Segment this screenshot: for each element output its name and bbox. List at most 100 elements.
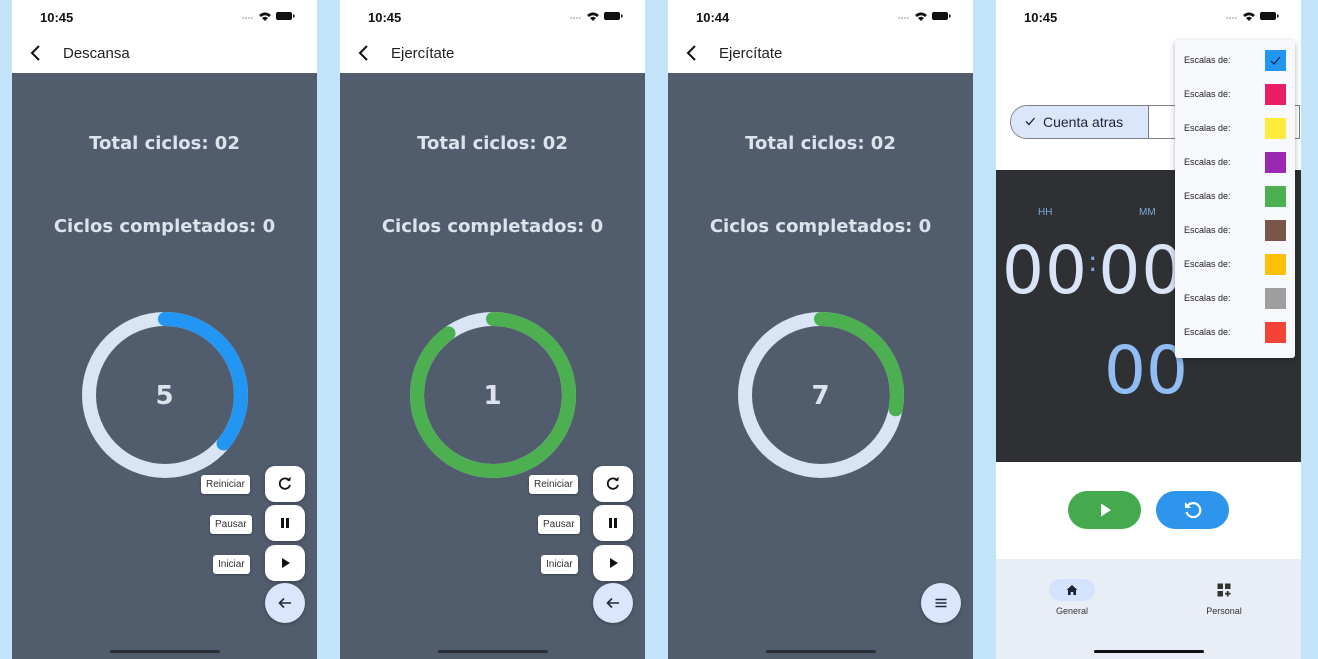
toggle-fab-button[interactable] <box>265 583 305 623</box>
color-swatch <box>1265 152 1286 173</box>
status-icons <box>1226 12 1279 21</box>
start-timer-button[interactable] <box>1068 491 1141 529</box>
app-bar: Ejercítate <box>340 34 645 73</box>
color-scale-option[interactable]: Escalas de: <box>1175 316 1295 350</box>
status-icons <box>242 12 295 21</box>
status-time: 10:45 <box>368 10 402 25</box>
refresh-icon <box>278 476 291 490</box>
total-cycles: Total ciclos: 02 <box>745 133 896 154</box>
status-time: 10:44 <box>696 10 730 25</box>
nav-general-label: General <box>1055 606 1089 616</box>
color-scale-option[interactable]: Escalas de: <box>1175 78 1295 112</box>
status-bar: 10:44 <box>668 0 973 34</box>
color-scale-label: Escalas de: <box>1184 89 1231 99</box>
reiniciar-label: Reiniciar <box>201 475 250 494</box>
menu-fab-button[interactable] <box>921 583 961 623</box>
pause-icon <box>281 518 289 528</box>
color-scale-label: Escalas de: <box>1184 327 1231 337</box>
pause-icon <box>609 518 617 528</box>
status-bar: 10:45 <box>12 0 317 34</box>
page-title: Ejercítate <box>719 45 783 62</box>
status-time: 10:45 <box>40 10 74 25</box>
iniciar-label: Iniciar <box>541 555 578 574</box>
color-scale-option[interactable]: Escalas de: <box>1175 248 1295 282</box>
completed-cycles: Ciclos completados: 0 <box>381 216 604 237</box>
color-scale-option[interactable]: Escalas de: <box>1175 112 1295 146</box>
arrow-left-icon <box>606 597 619 609</box>
home-indicator <box>1094 650 1204 653</box>
mode-label: Cuenta atras <box>1043 114 1124 130</box>
nav-personal-label: Personal <box>1206 606 1242 616</box>
color-swatch <box>1265 254 1286 275</box>
hours-minutes-display: 00:00 <box>1002 232 1184 309</box>
color-scale-option[interactable]: Escalas de: <box>1175 146 1295 180</box>
screen-ejercitate: 10:45 Ejercítate Total ciclos: 02 Ciclos… <box>340 0 645 659</box>
replay-icon <box>1184 502 1201 519</box>
iniciar-label: Iniciar <box>213 555 250 574</box>
home-indicator <box>110 650 220 653</box>
mode-cuenta-atras-button[interactable]: Cuenta atras <box>1011 106 1149 138</box>
minutes-unit-label: MM <box>1139 207 1156 218</box>
color-scale-option[interactable]: Escalas de: <box>1175 282 1295 316</box>
status-time: 10:45 <box>1024 10 1058 25</box>
toggle-fab-button[interactable] <box>593 583 633 623</box>
color-scale-option[interactable]: Escalas de: <box>1175 44 1295 78</box>
pausar-button[interactable] <box>265 505 305 541</box>
dashboard-add-icon <box>1217 583 1231 597</box>
play-icon <box>282 558 290 568</box>
bottom-navigation: General Personal <box>996 559 1301 659</box>
countdown-number: 5 <box>155 381 174 411</box>
home-indicator <box>438 650 548 653</box>
color-swatch <box>1265 186 1286 207</box>
status-bar: 10:45 <box>340 0 645 34</box>
back-chevron-icon[interactable] <box>26 43 46 63</box>
color-scale-label: Escalas de: <box>1184 191 1231 201</box>
status-icons <box>898 12 951 21</box>
completed-cycles: Ciclos completados: 0 <box>709 216 932 237</box>
color-swatch <box>1265 322 1286 343</box>
screen-timer: 10:45 Cuenta atras HH MM 00:00 00 Genera… <box>996 0 1301 659</box>
check-icon <box>1270 56 1281 65</box>
nav-personal[interactable]: Personal <box>1179 579 1269 616</box>
pausar-label: Pausar <box>210 515 252 534</box>
check-icon <box>1025 117 1035 126</box>
color-swatch <box>1265 118 1286 139</box>
countdown-number: 7 <box>811 381 830 411</box>
app-bar: Ejercítate <box>668 34 973 73</box>
reiniciar-label: Reiniciar <box>529 475 578 494</box>
play-icon <box>1100 503 1111 517</box>
color-scale-label: Escalas de: <box>1184 55 1231 65</box>
completed-cycles: Ciclos completados: 0 <box>53 216 276 237</box>
hours-unit-label: HH <box>1038 207 1053 218</box>
nav-indicator <box>1201 579 1247 601</box>
app-bar: Descansa <box>12 34 317 73</box>
time-separator: : <box>1087 245 1099 278</box>
refresh-icon <box>606 476 619 490</box>
hours-value: 00 <box>1002 232 1088 309</box>
nav-general[interactable]: General <box>1027 579 1117 616</box>
color-scale-option[interactable]: Escalas de: <box>1175 214 1295 248</box>
color-swatch <box>1265 220 1286 241</box>
page-title: Ejercítate <box>391 45 455 62</box>
total-cycles: Total ciclos: 02 <box>89 133 240 154</box>
reiniciar-button[interactable] <box>265 466 305 502</box>
pausar-label: Pausar <box>538 515 580 534</box>
pausar-button[interactable] <box>593 505 633 541</box>
menu-icon <box>935 598 947 608</box>
page-title: Descansa <box>63 45 130 62</box>
home-icon <box>1066 585 1078 595</box>
reset-timer-button[interactable] <box>1156 491 1229 529</box>
color-scale-label: Escalas de: <box>1184 157 1231 167</box>
screen-descansa: 10:45 Descansa Total ciclos: 02 Ciclos c… <box>12 0 317 659</box>
color-scale-option[interactable]: Escalas de: <box>1175 180 1295 214</box>
reiniciar-button[interactable] <box>593 466 633 502</box>
back-chevron-icon[interactable] <box>682 43 702 63</box>
status-icons <box>570 12 623 21</box>
color-swatch <box>1265 288 1286 309</box>
minutes-value: 00 <box>1098 232 1185 309</box>
iniciar-button[interactable] <box>265 545 305 581</box>
back-chevron-icon[interactable] <box>354 43 374 63</box>
color-scale-label: Escalas de: <box>1184 225 1231 235</box>
iniciar-button[interactable] <box>593 545 633 581</box>
home-indicator <box>766 650 876 653</box>
